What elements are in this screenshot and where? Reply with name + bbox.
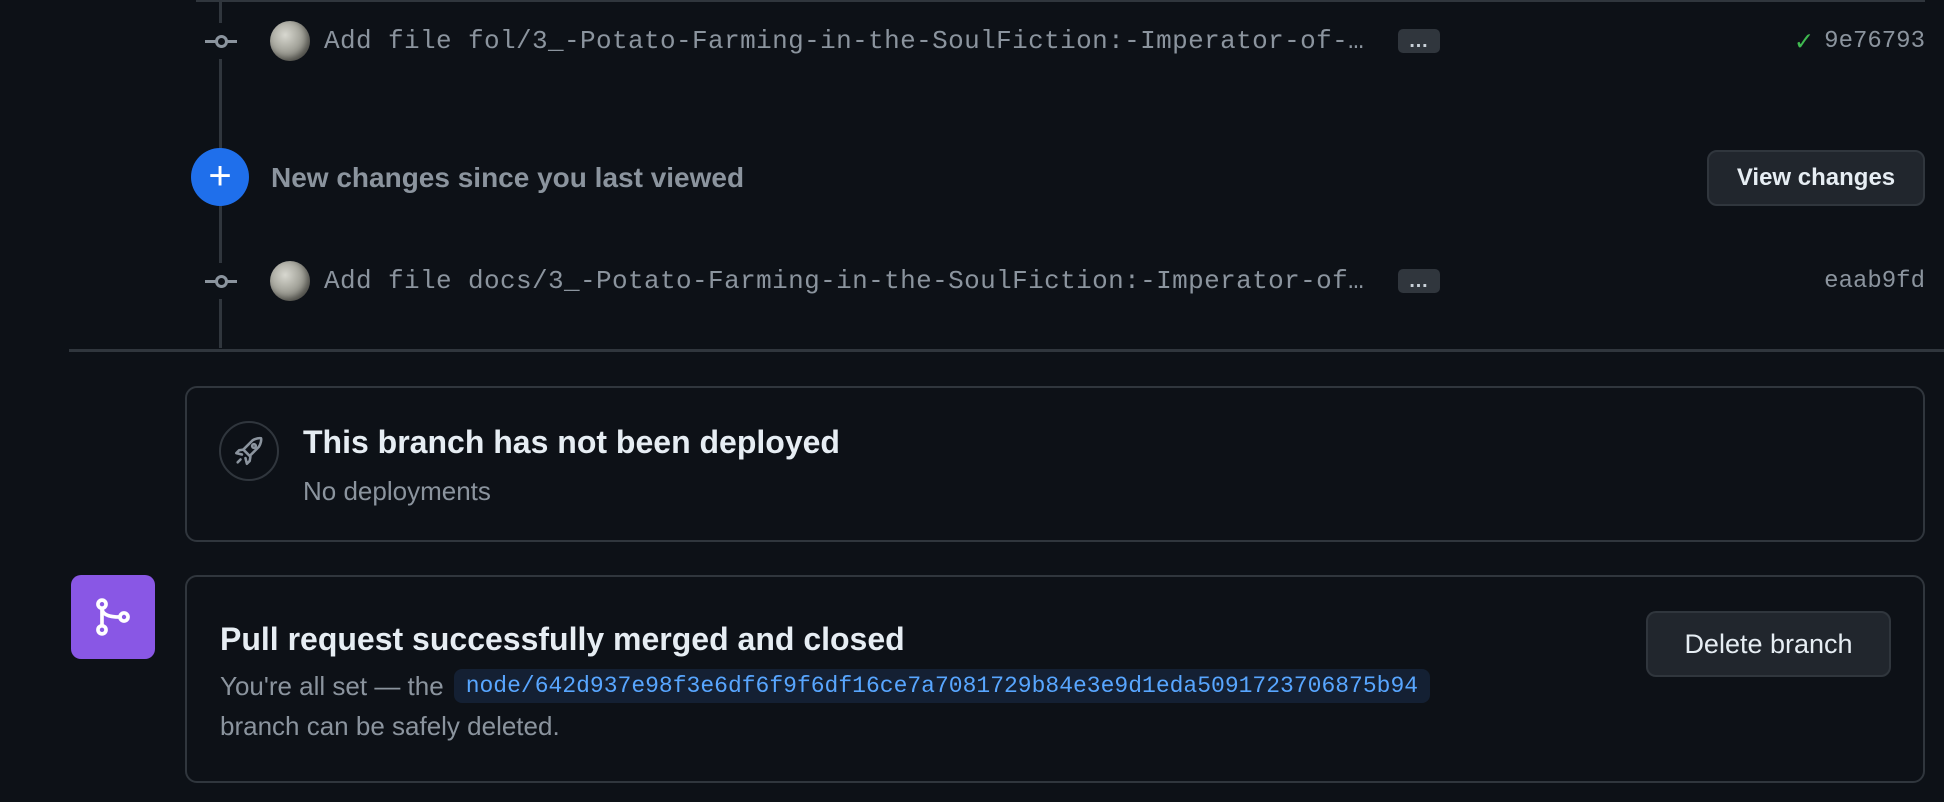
deployment-subtitle: No deployments [303, 476, 491, 506]
commit-row: Add file fol/3_-Potato-Farming-in-the-So… [0, 16, 1925, 66]
commit-sha-text[interactable]: 9e76793 [1824, 28, 1925, 55]
expand-commit-button[interactable]: … [1398, 29, 1440, 53]
commit-node-icon [203, 263, 239, 299]
section-divider [69, 349, 1944, 352]
commit-sha[interactable]: eaab9fd [1824, 268, 1925, 295]
merge-title: Pull request successfully merged and clo… [220, 621, 905, 657]
check-icon[interactable]: ✓ [1795, 24, 1812, 59]
commit-row: Add file docs/3_-Potato-Farming-in-the-S… [0, 256, 1925, 306]
commit-message[interactable]: Add file docs/3_-Potato-Farming-in-the-S… [324, 266, 1374, 296]
rocket-icon [219, 421, 279, 481]
expand-commit-button[interactable]: … [1398, 269, 1440, 293]
merge-description-prefix: You're all set — the [220, 670, 444, 701]
deployment-panel: This branch has not been deployed No dep… [185, 386, 1925, 542]
merge-description-suffix: branch can be safely deleted. [220, 711, 560, 741]
deployment-title: This branch has not been deployed [303, 424, 840, 460]
avatar[interactable] [270, 261, 310, 301]
branch-name[interactable]: node/642d937e98f3e6df6f9f6df16ce7a708172… [453, 669, 1431, 703]
commit-sha[interactable]: ✓ 9e76793 [1795, 24, 1925, 59]
merge-description: You're all set — the node/642d937e98f3e6… [220, 669, 1431, 703]
commit-message[interactable]: Add file fol/3_-Potato-Farming-in-the-So… [324, 26, 1374, 56]
plus-icon: + [191, 148, 249, 206]
avatar[interactable] [270, 21, 310, 61]
new-changes-row: + New changes since you last viewed View… [0, 148, 1925, 208]
top-divider [196, 0, 1925, 2]
delete-branch-button[interactable]: Delete branch [1646, 611, 1891, 677]
git-merge-icon [71, 575, 155, 659]
merge-status-panel: Pull request successfully merged and clo… [185, 575, 1925, 783]
view-changes-button[interactable]: View changes [1707, 150, 1925, 206]
commit-sha-text[interactable]: eaab9fd [1824, 268, 1925, 295]
new-changes-text: New changes since you last viewed [271, 162, 745, 193]
commit-node-icon [203, 23, 239, 59]
